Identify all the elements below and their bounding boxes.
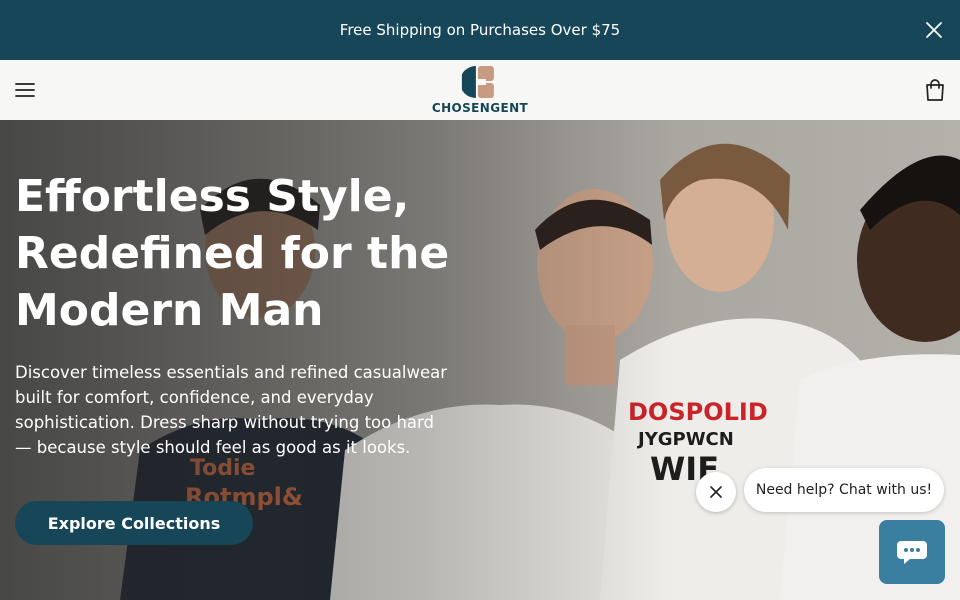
brand-logo[interactable]: CHOSENGENT xyxy=(432,65,528,115)
hamburger-menu-icon[interactable] xyxy=(14,79,36,101)
announcement-bar: Free Shipping on Purchases Over $75 xyxy=(0,0,960,60)
close-icon[interactable] xyxy=(924,20,944,40)
chat-dismiss-button[interactable] xyxy=(696,472,736,512)
site-header: CHOSENGENT xyxy=(0,60,960,120)
logo-mark-icon xyxy=(462,66,494,98)
hero-subtext: Discover timeless essentials and refined… xyxy=(15,363,448,457)
chat-prompt-bubble[interactable]: Need help? Chat with us! xyxy=(744,468,944,512)
close-icon xyxy=(710,486,722,498)
chat-launcher-button[interactable] xyxy=(879,520,945,584)
chat-bubble-icon xyxy=(897,541,927,564)
explore-collections-button[interactable]: Explore Collections xyxy=(15,501,253,545)
announcement-text: Free Shipping on Purchases Over $75 xyxy=(339,21,621,39)
shopping-bag-icon[interactable] xyxy=(924,78,946,102)
hero-headline: Effortless Style, Redefined for the Mode… xyxy=(15,171,450,336)
logo-wordmark: CHOSENGENT xyxy=(431,101,529,115)
hero-banner: Todie Rotmpl& DOSPOLID JYGPWCN WIF Effor… xyxy=(0,120,960,600)
chat-prompt-text: Need help? Chat with us! xyxy=(755,482,933,498)
